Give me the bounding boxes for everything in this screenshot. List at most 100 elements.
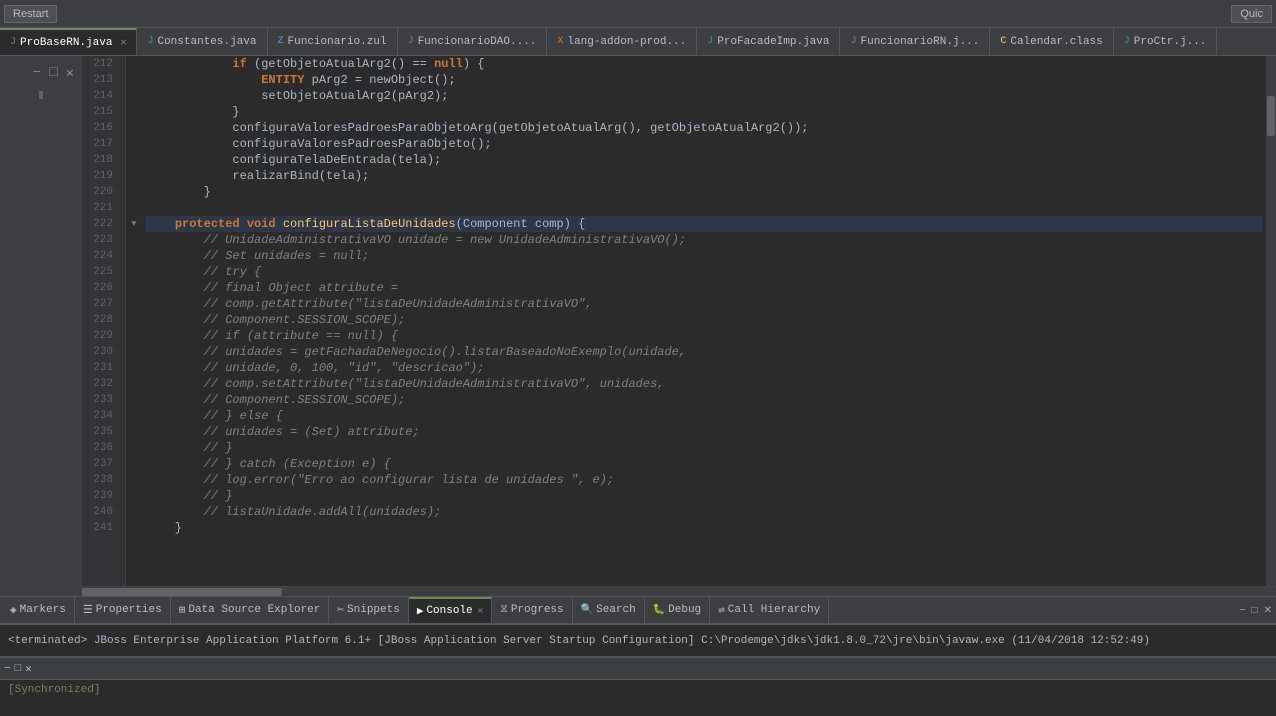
console-label: Console [426, 605, 472, 617]
panel-minimize-btn[interactable]: − [1238, 605, 1248, 616]
bottom-tabs-bar: ◈ Markers ☰ Properties ⊞ Data Source Exp… [0, 596, 1276, 624]
tab-label-2: Funcionario.zul [288, 36, 387, 48]
gutter-226 [126, 280, 142, 296]
line-num-228: 228 [82, 312, 119, 328]
line-num-217: 217 [82, 136, 119, 152]
line-num-232: 232 [82, 376, 119, 392]
gutter-227 [126, 296, 142, 312]
panel-close-btn[interactable]: ✕ [1262, 605, 1274, 616]
gutter-213 [126, 72, 142, 88]
gutter-237 [126, 456, 142, 472]
line-num-215: 215 [82, 104, 119, 120]
gutter-234 [126, 408, 142, 424]
code-line-239: // } [146, 488, 1262, 504]
panel-maximize-btn[interactable]: □ [1250, 605, 1260, 616]
tab-Constantes[interactable]: J Constantes.java [137, 28, 267, 55]
gutter-216 [126, 120, 142, 136]
java-icon-8: J [1124, 36, 1130, 47]
tab-ProCtr[interactable]: J ProCtr.j... [1114, 28, 1218, 55]
gutter-229 [126, 328, 142, 344]
code-line-241: } [146, 520, 1262, 536]
tab-label-7: Calendar.class [1010, 36, 1102, 48]
line-num-241: 241 [82, 520, 119, 536]
gutter-225 [126, 264, 142, 280]
code-line-226: // final Object attribute = [146, 280, 1262, 296]
code-line-219: realizarBind(tela); [146, 168, 1262, 184]
tab-Calendar[interactable]: C Calendar.class [990, 28, 1113, 55]
tab-markers[interactable]: ◈ Markers [2, 597, 75, 623]
horizontal-scrollbar[interactable] [82, 586, 1276, 596]
code-line-234: // } else { [146, 408, 1262, 424]
tab-ProBaseRN[interactable]: J ProBaseRN.java ✕ [0, 28, 137, 55]
tab-console[interactable]: ▶ Console ✕ [409, 597, 492, 623]
synchronized-label: [Synchronized] [8, 684, 100, 696]
panel-actions: − □ ✕ [1238, 605, 1274, 616]
code-line-225: // try { [146, 264, 1262, 280]
gutter-241 [126, 520, 142, 536]
tab-snippets[interactable]: ✂ Snippets [329, 597, 408, 623]
java-icon-0: J [10, 37, 16, 48]
gutter-233 [126, 392, 142, 408]
gutter-215 [126, 104, 142, 120]
tab-label-0: ProBaseRN.java [20, 37, 112, 49]
gutter-239 [126, 488, 142, 504]
code-line-235: // unidades = (Set) attribute; [146, 424, 1262, 440]
progress-label: Progress [511, 604, 564, 616]
code-line-228: // Component.SESSION_SCOPE); [146, 312, 1262, 328]
line-num-223: 223 [82, 232, 119, 248]
close-left-icon[interactable]: ✕ [63, 62, 77, 85]
line-num-225: 225 [82, 264, 119, 280]
line-num-230: 230 [82, 344, 119, 360]
tab-label-8: ProCtr.j... [1134, 36, 1207, 48]
line-num-237: 237 [82, 456, 119, 472]
line-num-234: 234 [82, 408, 119, 424]
bottom-win-close[interactable]: ✕ [25, 662, 32, 676]
gutter: ▼ [126, 56, 142, 586]
xml-icon-4: X [557, 36, 563, 47]
code-line-221 [146, 200, 1262, 216]
tab-FuncionarioRN[interactable]: J FuncionarioRN.j... [840, 28, 990, 55]
maximize-icon[interactable]: □ [46, 62, 60, 85]
tab-data-source[interactable]: ⊞ Data Source Explorer [171, 597, 330, 623]
line-num-227: 227 [82, 296, 119, 312]
gutter-235 [126, 424, 142, 440]
tab-lang-addon[interactable]: X lang-addon-prod... [547, 28, 697, 55]
console-close-icon[interactable]: ✕ [478, 606, 483, 616]
tab-progress[interactable]: ⧖ Progress [492, 597, 573, 623]
drag-handle[interactable] [39, 91, 43, 99]
code-line-229: // if (attribute == null) { [146, 328, 1262, 344]
minimize-icon[interactable]: − [30, 62, 44, 85]
bottom-win-minimize[interactable]: − [4, 663, 11, 675]
code-line-223: // UnidadeAdministrativaVO unidade = new… [146, 232, 1262, 248]
line-num-213: 213 [82, 72, 119, 88]
editor-main: 2122132142152162172182192202212222232242… [82, 56, 1276, 586]
tab-close-0[interactable]: ✕ [120, 37, 126, 49]
tab-call-hierarchy[interactable]: ⇌ Call Hierarchy [710, 597, 829, 623]
line-num-222: 222 [82, 216, 119, 232]
tab-debug[interactable]: 🐛 Debug [645, 597, 710, 623]
tab-label-6: FuncionarioRN.j... [861, 36, 980, 48]
tab-ProFacadeImp[interactable]: J ProFacadeImp.java [697, 28, 840, 55]
gutter-222: ▼ [126, 216, 142, 232]
bottom-win-maximize[interactable]: □ [15, 663, 22, 675]
vertical-scrollbar[interactable] [1266, 56, 1276, 586]
tab-properties[interactable]: ☰ Properties [75, 597, 171, 623]
code-line-232: // comp.setAttribute("listaDeUnidadeAdmi… [146, 376, 1262, 392]
gutter-214 [126, 88, 142, 104]
restart-button[interactable]: Restart [4, 5, 57, 23]
code-editor[interactable]: if (getObjetoAtualArg2() == null) { ENTI… [142, 56, 1266, 586]
bottom-window-header: − □ ✕ [0, 658, 1276, 680]
bottom-window: − □ ✕ [Synchronized] [0, 656, 1276, 716]
gutter-223 [126, 232, 142, 248]
line-num-226: 226 [82, 280, 119, 296]
tab-search[interactable]: 🔍 Search [573, 597, 645, 623]
console-text: <terminated> JBoss Enterprise Applicatio… [8, 635, 1150, 647]
snippets-label: Snippets [347, 604, 400, 616]
quick-access-button[interactable]: Quic [1231, 5, 1272, 23]
line-numbers: 2122132142152162172182192202212222232242… [82, 56, 126, 586]
line-num-212: 212 [82, 56, 119, 72]
tab-Funcionario[interactable]: Z Funcionario.zul [268, 28, 398, 55]
line-num-235: 235 [82, 424, 119, 440]
properties-label: Properties [96, 604, 162, 616]
tab-FuncionarioDAO[interactable]: J FuncionarioDAO.... [398, 28, 548, 55]
